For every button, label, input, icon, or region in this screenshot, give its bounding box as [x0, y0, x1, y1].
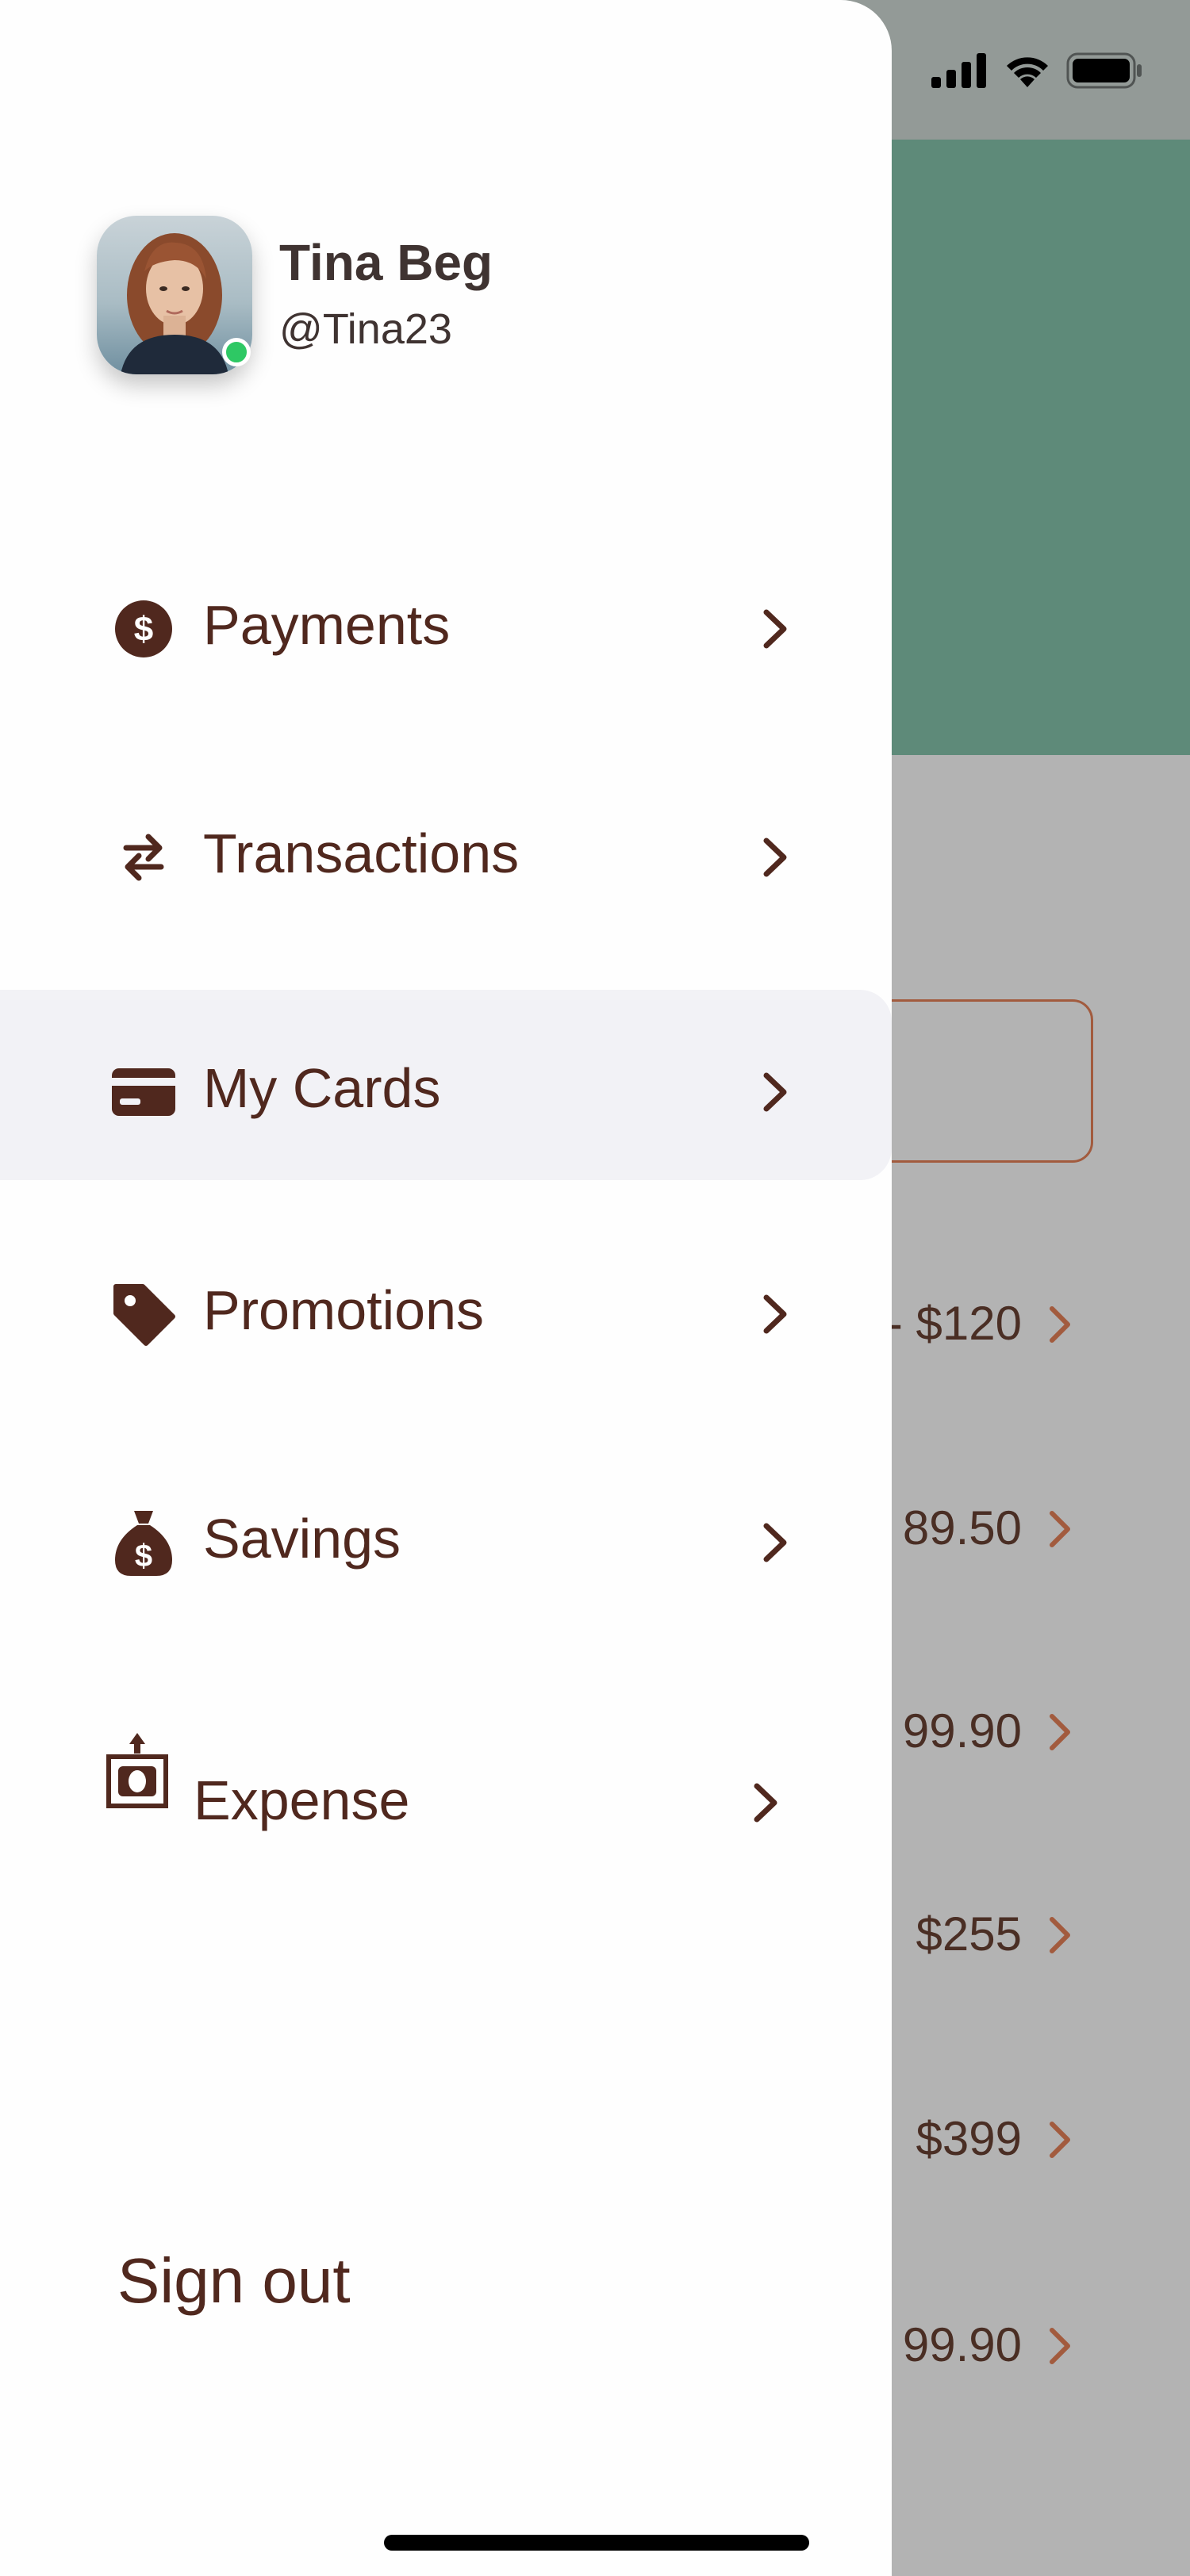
menu-item-expense[interactable]: Expense — [0, 1689, 892, 1880]
transaction-amount: 99.90 — [902, 1704, 1022, 1758]
transaction-amount: - $120 — [886, 1297, 1022, 1350]
home-indicator[interactable] — [384, 2535, 809, 2551]
signal-icon — [931, 53, 986, 88]
menu-item-transactions[interactable]: Transactions — [0, 755, 892, 945]
tag-icon — [109, 1280, 178, 1348]
chevron-right-icon — [754, 1783, 777, 1823]
chevron-right-icon — [763, 609, 787, 649]
chevron-right-icon — [763, 838, 787, 877]
dollar-circle-icon: $ — [109, 595, 178, 663]
chevron-right-icon — [763, 1523, 787, 1562]
navigation-drawer: Tina Beg @Tina23 $ Payments Transactions — [0, 0, 892, 2576]
chevron-right-icon — [1050, 1917, 1070, 1953]
chevron-right-icon — [1050, 1714, 1070, 1750]
menu-item-label: Savings — [203, 1508, 401, 1570]
profile-handle: @Tina23 — [279, 305, 452, 353]
cash-out-icon — [102, 1727, 173, 1815]
online-status-dot — [222, 338, 251, 366]
menu-item-label: My Cards — [203, 1057, 441, 1119]
chevron-right-icon — [1050, 1511, 1070, 1547]
menu-item-savings[interactable]: $ Savings — [0, 1440, 892, 1631]
transaction-amount: 89.50 — [902, 1501, 1022, 1554]
menu-item-payments[interactable]: $ Payments — [0, 527, 892, 717]
transaction-amount: 99.90 — [902, 2318, 1022, 2371]
svg-text:$: $ — [134, 610, 153, 649]
menu-item-label: Payments — [203, 594, 451, 656]
chevron-right-icon — [763, 1072, 787, 1112]
transaction-amount: $399 — [916, 2112, 1022, 2165]
profile-name: Tina Beg — [279, 234, 493, 291]
status-bar-icons — [931, 52, 1142, 89]
chevron-right-icon — [1050, 2328, 1070, 2364]
menu-item-label: Promotions — [203, 1279, 485, 1341]
svg-text:$: $ — [135, 1539, 152, 1574]
transfer-arrows-icon — [109, 823, 178, 891]
battery-icon — [1066, 52, 1142, 89]
sign-out-button[interactable]: Sign out — [117, 2244, 351, 2317]
credit-card-icon — [109, 1058, 178, 1126]
wifi-icon — [1007, 57, 1048, 87]
chevron-right-icon — [1050, 1306, 1070, 1343]
menu-item-label: Expense — [194, 1769, 410, 1831]
money-bag-icon: $ — [109, 1508, 178, 1577]
transaction-amount: $255 — [916, 1907, 1022, 1961]
chevron-right-icon — [1050, 2122, 1070, 2158]
menu-item-promotions[interactable]: Promotions — [0, 1212, 892, 1402]
chevron-right-icon — [763, 1294, 787, 1334]
menu-item-my-cards[interactable]: My Cards — [0, 990, 892, 1180]
menu-item-label: Transactions — [203, 822, 520, 884]
